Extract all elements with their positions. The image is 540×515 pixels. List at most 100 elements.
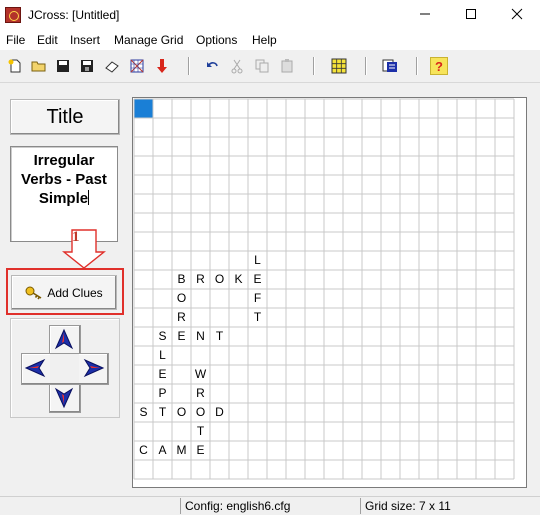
grid-letter[interactable]: L — [153, 346, 172, 365]
text-caret — [88, 190, 90, 205]
grid-letter[interactable]: A — [153, 441, 172, 460]
help-button[interactable]: ? — [430, 57, 448, 75]
grid-letter[interactable]: K — [229, 270, 248, 289]
grid-letter[interactable]: C — [134, 441, 153, 460]
maximize-icon — [466, 9, 476, 19]
move-up-button[interactable] — [52, 328, 76, 352]
add-clues-label: Add Clues — [47, 285, 103, 300]
grid-letter[interactable]: N — [191, 327, 210, 346]
download-button[interactable] — [153, 57, 171, 75]
eraser-button[interactable] — [103, 57, 121, 75]
grid-letter[interactable]: S — [134, 403, 153, 422]
grid-letter[interactable]: O — [210, 270, 229, 289]
move-down-button[interactable] — [52, 385, 76, 409]
move-left-button[interactable] — [24, 356, 48, 380]
grid-letter[interactable]: R — [172, 308, 191, 327]
title-line: Verbs - Past — [21, 171, 107, 188]
cut-icon — [231, 59, 243, 74]
web-page-icon — [130, 59, 144, 73]
grid-letter[interactable]: T — [210, 327, 229, 346]
menu-manage-grid[interactable]: Manage Grid — [114, 33, 183, 47]
new-button[interactable] — [6, 57, 24, 75]
grid-letter[interactable]: R — [191, 384, 210, 403]
grid-letter[interactable]: T — [248, 308, 267, 327]
grid-letter[interactable]: W — [191, 365, 210, 384]
save-as-icon — [81, 60, 93, 72]
help-icon: ? — [435, 58, 443, 74]
grid-icon — [331, 58, 347, 74]
menu-edit[interactable]: Edit — [37, 33, 58, 47]
add-clues-button[interactable]: Add Clues — [11, 275, 117, 310]
menu-file[interactable]: File — [6, 33, 25, 47]
save-as-button[interactable] — [78, 57, 96, 75]
grid-letter[interactable]: T — [191, 422, 210, 441]
grid-letter[interactable]: O — [172, 403, 191, 422]
undo-button[interactable] — [204, 57, 222, 75]
grid-button[interactable] — [330, 57, 348, 75]
grid-letter[interactable]: L — [248, 251, 267, 270]
grid-letter[interactable]: T — [153, 403, 172, 422]
grid-letter[interactable]: E — [172, 327, 191, 346]
save-icon — [57, 60, 69, 72]
grid-letter[interactable]: F — [248, 289, 267, 308]
crossword-grid[interactable]: LBROKEOFRTSENTLEWPRSTOODTCAME — [132, 97, 527, 488]
eraser-icon — [105, 61, 119, 73]
status-panel-empty — [0, 498, 176, 514]
maximize-button[interactable] — [448, 0, 494, 30]
toolbar-separator — [188, 57, 190, 75]
export-icon — [382, 59, 397, 72]
title-bar: JCross: [Untitled] — [0, 0, 540, 30]
open-icon — [31, 61, 46, 72]
grid-letter[interactable]: P — [153, 384, 172, 403]
web-page-button[interactable] — [128, 57, 146, 75]
grid-letter[interactable]: R — [191, 270, 210, 289]
status-bar: Config: english6.cfg Grid size: 7 x 11 — [0, 496, 540, 515]
menu-options[interactable]: Options — [196, 33, 237, 47]
selected-cell[interactable] — [134, 99, 153, 118]
copy-icon — [255, 59, 269, 73]
grid-letter[interactable]: B — [172, 270, 191, 289]
menu-help[interactable]: Help — [252, 33, 277, 47]
status-grid-size: Grid size: 7 x 11 — [360, 498, 540, 514]
grid-letter[interactable]: M — [172, 441, 191, 460]
title-line: Irregular — [33, 152, 95, 169]
window-title: JCross: [Untitled] — [28, 8, 120, 22]
move-right-button[interactable] — [81, 356, 105, 380]
toolbar-separator — [365, 57, 367, 75]
down-arrow-icon — [157, 59, 167, 73]
minimize-button[interactable] — [402, 0, 448, 30]
toolbar-separator — [313, 57, 315, 75]
grid-letter[interactable]: D — [210, 403, 229, 422]
export-button[interactable] — [381, 57, 399, 75]
jcross-app-icon — [5, 7, 21, 23]
title-button[interactable]: Title — [10, 99, 120, 135]
grid-letter[interactable]: O — [172, 289, 191, 308]
callout-number: 1 — [72, 229, 80, 245]
toolbar-separator — [416, 57, 418, 75]
nav-center — [50, 354, 79, 383]
open-button[interactable] — [30, 57, 48, 75]
callout-arrow-icon — [62, 229, 106, 269]
grid-letter[interactable]: S — [153, 327, 172, 346]
undo-icon — [207, 62, 218, 67]
grid-letter[interactable]: E — [191, 441, 210, 460]
menu-bar: File Edit Insert Manage Grid Options Hel… — [0, 30, 540, 50]
grid-letter[interactable]: E — [153, 365, 172, 384]
new-icon — [8, 59, 21, 73]
title-line: Simple — [38, 190, 89, 207]
toolbar: ? — [0, 50, 540, 83]
title-line-with-caret: Simple — [11, 189, 117, 208]
menu-insert[interactable]: Insert — [70, 33, 100, 47]
grid-letter[interactable]: O — [191, 403, 210, 422]
copy-button[interactable] — [253, 57, 271, 75]
close-button[interactable] — [494, 0, 540, 30]
minimize-icon — [420, 13, 430, 15]
paste-button[interactable] — [278, 57, 296, 75]
grid-letter[interactable]: E — [248, 270, 267, 289]
cut-button[interactable] — [228, 57, 246, 75]
paste-icon — [281, 59, 293, 73]
status-config: Config: english6.cfg — [180, 498, 357, 514]
close-icon — [511, 8, 523, 20]
save-button[interactable] — [54, 57, 72, 75]
key-icon — [25, 286, 42, 299]
